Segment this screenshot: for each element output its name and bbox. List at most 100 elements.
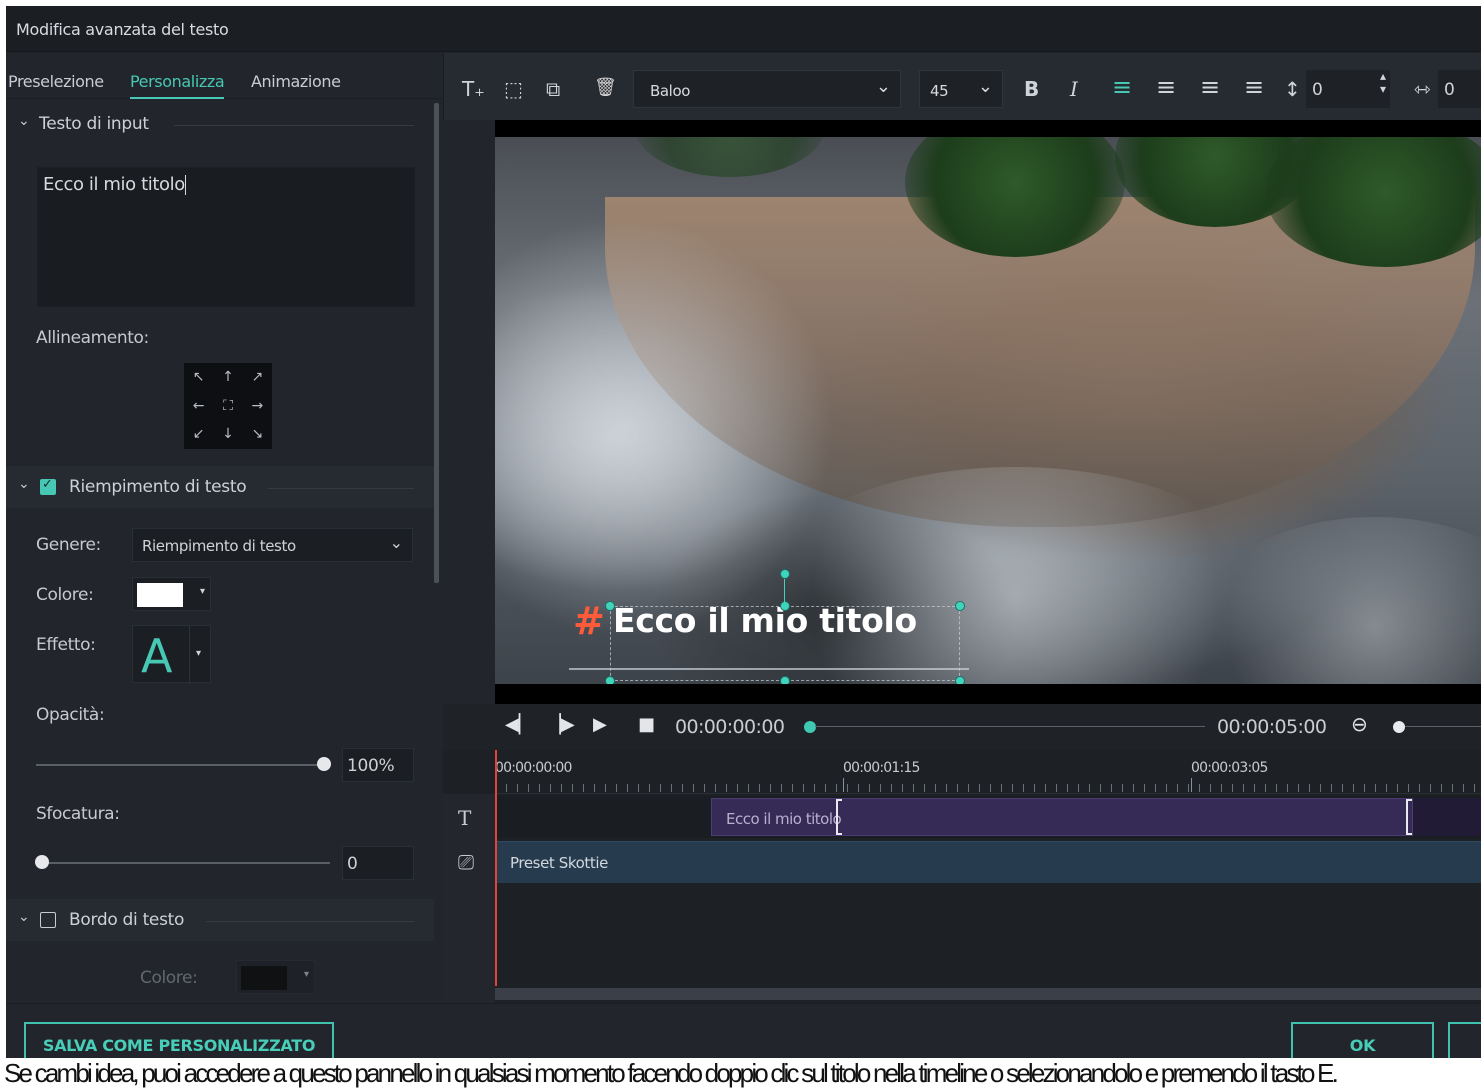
zoom-slider-handle[interactable] [1393, 721, 1405, 733]
input-text-section-label: Testo di input [39, 114, 149, 134]
alignment-label: Allineamento: [36, 328, 149, 348]
zoom-slider-track[interactable] [1405, 726, 1481, 727]
playhead[interactable] [495, 750, 497, 986]
chevron-down-icon: ⌄ [389, 533, 403, 552]
font-family-select[interactable]: Baloo ⌄ [633, 70, 901, 108]
blur-slider-handle[interactable] [35, 855, 49, 869]
genre-select[interactable]: Riempimento di testo ⌄ [132, 528, 413, 562]
align-left-icon[interactable]: ← [184, 392, 213, 421]
current-time: 00:00:00:00 [675, 716, 785, 738]
text-border-checkbox[interactable] [40, 912, 56, 928]
text-fill-section-label: Riempimento di testo [69, 477, 247, 497]
align-left-text-icon[interactable]: ≡ [1112, 73, 1132, 101]
font-size-select[interactable]: 45 ⌄ [919, 70, 1003, 108]
playback-progress-track[interactable] [815, 726, 1205, 727]
ruler-label: 00:00:01:15 [843, 760, 920, 776]
resize-handle[interactable] [955, 676, 965, 684]
panel-scrollbar[interactable] [434, 103, 439, 583]
text-fill-section-header[interactable]: ⌄ Riempimento di testo [6, 466, 434, 508]
text-clip-overflow [1413, 798, 1481, 836]
italic-icon[interactable]: I [1070, 77, 1078, 101]
align-bottom-left-icon[interactable]: ↙ [184, 420, 213, 449]
text-clip-label: Ecco il mio titolo [726, 810, 842, 828]
genre-label: Genere: [36, 535, 101, 555]
font-size-value: 45 [930, 82, 949, 100]
resize-handle[interactable] [605, 601, 615, 611]
border-color-picker[interactable]: ▾ [236, 960, 315, 994]
input-text-section-header[interactable]: ⌄ Testo di input [6, 103, 434, 145]
preset-track[interactable]: Preset Skottie [495, 841, 1481, 883]
title-bar: Modifica avanzata del testo [6, 6, 1481, 52]
play-icon[interactable]: ▶ [593, 714, 607, 735]
ok-button[interactable]: OK [1291, 1022, 1434, 1058]
chevron-down-icon: ⌄ [18, 113, 30, 129]
tab-preset[interactable]: Preselezione [8, 72, 104, 91]
save-as-custom-button[interactable]: SALVA COME PERSONALIZZATO [24, 1022, 334, 1058]
timeline-scrollbar[interactable] [495, 988, 1481, 1000]
selection-box[interactable] [610, 606, 960, 681]
text-fill-checkbox[interactable] [40, 477, 56, 495]
resize-handle[interactable] [780, 676, 790, 684]
text-clip[interactable]: Ecco il mio titolo [711, 798, 1413, 836]
align-bottom-right-icon[interactable]: ↘ [243, 420, 272, 449]
video-preview[interactable]: # Ecco il mio titolo [495, 120, 1481, 704]
cancel-button[interactable] [1448, 1022, 1481, 1058]
effect-picker[interactable]: A ▾ [132, 625, 211, 684]
opacity-slider-track[interactable] [36, 764, 324, 766]
effect-divider [189, 626, 190, 684]
fill-color-picker[interactable]: ▾ [132, 577, 211, 611]
align-right-text-icon[interactable]: ≡ [1200, 73, 1220, 101]
resize-handle[interactable] [780, 601, 790, 611]
layers-icon[interactable]: ⧉ [546, 77, 560, 101]
zoom-out-icon[interactable]: ⊖ [1351, 712, 1368, 736]
opacity-slider-handle[interactable] [317, 757, 331, 771]
line-spacing-input[interactable]: 0 [1306, 70, 1390, 108]
justify-text-icon[interactable]: ≡ [1244, 73, 1264, 101]
ruler-tick [1191, 778, 1192, 792]
resize-handle[interactable] [955, 601, 965, 611]
crop-icon[interactable]: ⬚ [504, 77, 523, 101]
dropdown-arrow-icon: ▾ [196, 648, 202, 659]
step-forward-icon[interactable]: ▕▶ [547, 714, 575, 735]
add-text-icon[interactable]: T₊ [462, 77, 485, 101]
bold-icon[interactable]: B [1024, 77, 1039, 101]
time-ruler[interactable]: 00:00:00:00 00:00:01:15 00:00:03:05 [495, 750, 1481, 794]
align-top-left-icon[interactable]: ↖ [184, 363, 213, 392]
effect-label: Effetto: [36, 635, 96, 655]
blur-slider-track[interactable] [42, 862, 330, 864]
chevron-down-icon: ⌄ [977, 76, 993, 97]
border-color-label: Colore: [140, 968, 198, 988]
preset-track-label: Preset Skottie [510, 854, 608, 872]
text-input-field[interactable]: Ecco il mio titolo [37, 167, 415, 307]
properties-panel: Preselezione Personalizza Animazione ⌄ T… [6, 53, 442, 1003]
clip-trim-handle-left[interactable] [836, 799, 842, 835]
align-top-icon[interactable]: ↑ [213, 363, 242, 392]
chevron-down-icon: ⌄ [875, 76, 891, 97]
tab-animation[interactable]: Animazione [251, 72, 341, 91]
rotate-handle[interactable] [780, 569, 790, 579]
opacity-input[interactable]: 100% [342, 748, 414, 782]
stop-icon[interactable]: ■ [638, 714, 655, 735]
align-center-icon[interactable]: ⛶ [213, 392, 242, 421]
blur-input[interactable]: 0 [342, 846, 414, 880]
align-center-text-icon[interactable]: ≡ [1156, 73, 1176, 101]
ruler-tick [843, 778, 844, 792]
dialog-footer: SALVA COME PERSONALIZZATO OK [6, 1003, 1481, 1058]
trash-icon[interactable]: 🗑 [594, 77, 617, 98]
char-spacing-input[interactable]: 0 [1438, 70, 1481, 108]
playback-progress-handle[interactable] [804, 721, 816, 733]
align-top-right-icon[interactable]: ↗ [243, 363, 272, 392]
align-right-icon[interactable]: → [243, 392, 272, 421]
tab-customize[interactable]: Personalizza [130, 72, 225, 99]
char-spacing-icon: ⇿ [1414, 77, 1431, 101]
fill-color-swatch [137, 583, 183, 607]
step-back-icon[interactable]: ◀▏ [505, 714, 533, 735]
chevron-down-icon: ⌄ [18, 476, 30, 492]
align-bottom-icon[interactable]: ↓ [213, 420, 242, 449]
clip-trim-handle-right[interactable] [1406, 799, 1412, 835]
film-track-icon: ⎚ [458, 850, 474, 874]
resize-handle[interactable] [605, 676, 615, 684]
text-border-section-header[interactable]: ⌄ Bordo di testo [6, 899, 434, 941]
rotate-handle-stem [784, 579, 785, 603]
stepper-icon[interactable]: ▴ ▾ [1380, 70, 1386, 96]
